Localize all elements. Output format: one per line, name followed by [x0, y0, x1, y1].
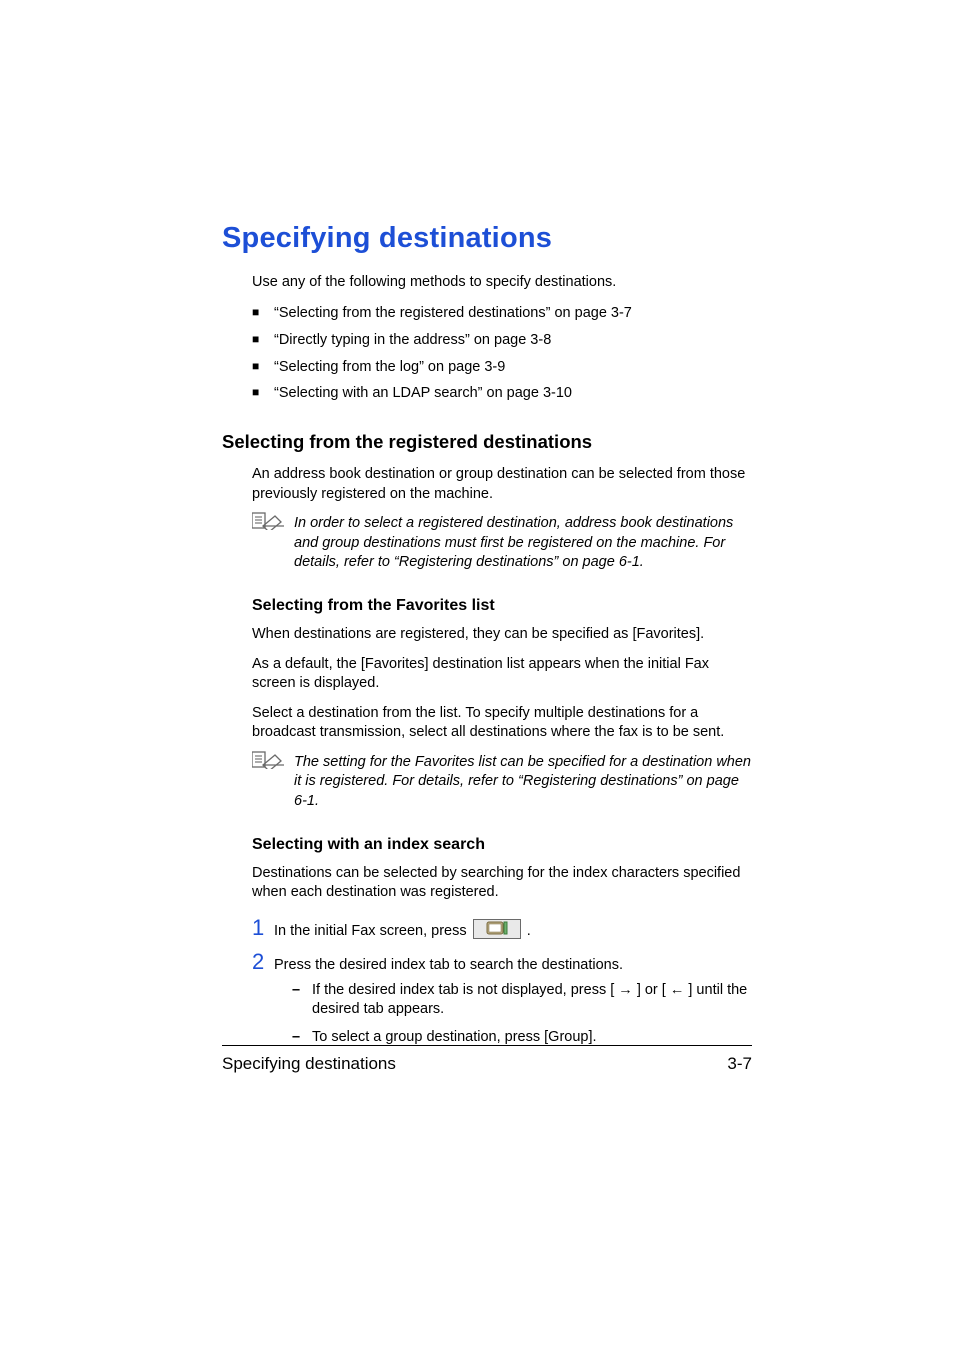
- list-item: “Selecting from the registered destinati…: [252, 304, 752, 323]
- page-title: Specifying destinations: [222, 222, 752, 255]
- paragraph: Destinations can be selected by searchin…: [252, 864, 752, 903]
- page: Specifying destinations Use any of the f…: [0, 0, 954, 1350]
- paragraph: Select a destination from the list. To s…: [252, 704, 752, 743]
- note-icon: [252, 512, 286, 532]
- step-2: 2 Press the desired index tab to search …: [252, 947, 752, 977]
- note-icon: [252, 751, 286, 771]
- intro-paragraph: Use any of the following methods to spec…: [252, 273, 752, 292]
- step-text-pre: In the initial Fax screen, press: [274, 923, 471, 939]
- paragraph: An address book destination or group des…: [252, 465, 752, 504]
- note-text: The setting for the Favorites list can b…: [294, 753, 752, 812]
- section-heading-favorites: Selecting from the Favorites list: [252, 597, 752, 615]
- step-1: 1 In the initial Fax screen, press .: [252, 913, 752, 946]
- paragraph: When destinations are registered, they c…: [252, 625, 752, 645]
- footer-section-title: Specifying destinations: [222, 1054, 396, 1074]
- footer-line: Specifying destinations 3-7: [222, 1054, 752, 1074]
- section-heading-registered: Selecting from the registered destinatio…: [222, 431, 752, 453]
- list-item: If the desired index tab is not displaye…: [292, 981, 752, 1020]
- section-heading-index-search: Selecting with an index search: [252, 836, 752, 854]
- paragraph: As a default, the [Favorites] destinatio…: [252, 655, 752, 694]
- content-area: Specifying destinations Use any of the f…: [222, 222, 752, 1056]
- step-number: 1: [252, 913, 274, 943]
- list-item: “Selecting with an LDAP search” on page …: [252, 384, 752, 403]
- step-text-post: .: [527, 923, 531, 939]
- step-text: Press the desired index tab to search th…: [274, 956, 752, 976]
- note-text: In order to select a registered destinat…: [294, 514, 752, 573]
- sub-step-list: If the desired index tab is not displaye…: [292, 981, 752, 1048]
- step-text: In the initial Fax screen, press .: [274, 919, 752, 946]
- methods-list: “Selecting from the registered destinati…: [252, 304, 752, 403]
- note-block: The setting for the Favorites list can b…: [252, 753, 752, 812]
- footer-page-number: 3-7: [727, 1054, 752, 1074]
- footer-rule: [222, 1045, 752, 1046]
- list-item: “Directly typing in the address” on page…: [252, 331, 752, 350]
- note-block: In order to select a registered destinat…: [252, 514, 752, 573]
- address-book-button-icon: [473, 919, 521, 946]
- page-footer: Specifying destinations 3-7: [222, 1045, 752, 1074]
- list-item: “Selecting from the log” on page 3-9: [252, 358, 752, 377]
- step-number: 2: [252, 947, 274, 977]
